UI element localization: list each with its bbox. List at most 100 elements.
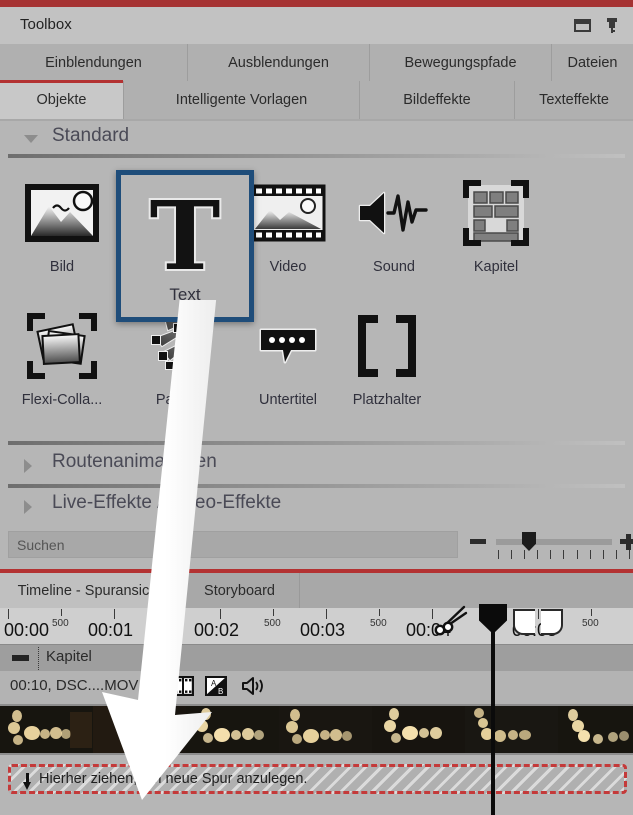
object-tile-sound[interactable]: Sound [342, 171, 446, 289]
pin-icon[interactable] [605, 18, 619, 33]
section-header-live-effekte[interactable]: Live-Effekte / Video-Effekte [0, 490, 633, 522]
ruler-minor-label: 500 [264, 618, 281, 629]
zoom-ticks [498, 550, 630, 559]
tab-einblendungen[interactable]: Einblendungen [0, 44, 188, 81]
tab-texteffekte[interactable]: Texteffekte [515, 81, 633, 119]
tab-label: Dateien [567, 54, 618, 71]
tab-row-upper: Einblendungen Ausblendungen Bewegungspfa… [0, 44, 633, 81]
tab-dateien[interactable]: Dateien [552, 44, 633, 81]
sound-icon [342, 171, 446, 255]
trim-marker-left[interactable] [513, 609, 535, 635]
magnified-tile-label: Text [169, 285, 201, 304]
ruler-minor-label: 500 [582, 618, 599, 629]
tab-label: Storyboard [204, 582, 275, 599]
tab-storyboard[interactable]: Storyboard [180, 573, 300, 608]
thumbnail [186, 706, 280, 753]
ruler-minor-label: 500 [370, 618, 387, 629]
object-tile-bild[interactable]: Bild [10, 171, 114, 289]
tile-label: Partikel [155, 392, 205, 408]
filmstrip-icon[interactable] [171, 675, 195, 697]
dropzone-label: Hierher ziehen, um neue Spur anzulegen. [39, 771, 308, 787]
object-tile-flexi-collage[interactable]: Flexi-Colla... [10, 304, 114, 422]
collage-icon [10, 304, 114, 388]
top-accent-bar [0, 0, 633, 7]
tab-label: Objekte [36, 92, 87, 108]
tab-label: Ausblendungen [228, 54, 329, 71]
placeholder-icon [335, 304, 439, 388]
tab-bildeffekte[interactable]: Bildeffekte [360, 81, 515, 119]
chevron-right-icon [24, 459, 32, 473]
ruler-minor-label: 500 [158, 618, 175, 629]
zoom-in-icon[interactable] [620, 533, 633, 550]
zoom-handle[interactable] [522, 532, 536, 551]
section-label: Routenanimationen [52, 451, 217, 472]
thumbnail [279, 706, 373, 753]
trim-marker-right[interactable] [541, 609, 563, 635]
tile-label: Platzhalter [352, 392, 422, 408]
svg-text:T: T [150, 185, 221, 277]
tab-label: Intelligente Vorlagen [175, 92, 308, 108]
divider [38, 647, 39, 670]
search-input[interactable]: Suchen [8, 531, 458, 558]
playhead-line [491, 630, 495, 815]
tab-ausblendungen[interactable]: Ausblendungen [188, 44, 370, 81]
scissors-icon[interactable] [434, 602, 472, 641]
object-tile-kapitel[interactable]: Kapitel [444, 171, 548, 289]
tab-label: Timeline - Spuransicht [17, 582, 162, 599]
clip-filmstrip[interactable] [0, 704, 633, 755]
search-row: Suchen [0, 525, 633, 565]
tile-label: Sound [373, 259, 415, 275]
track-header-kapitel[interactable]: Kapitel [0, 644, 633, 673]
chevron-right-icon [24, 500, 32, 514]
section-header-standard[interactable]: Standard [0, 123, 633, 155]
tile-label: Untertitel [258, 392, 318, 408]
tile-label: Bild [49, 259, 75, 275]
thumbnail [465, 706, 559, 753]
zoom-slider[interactable] [470, 529, 633, 561]
chapter-icon [444, 171, 548, 255]
clip-info-bar[interactable]: 00:10, DSC....MOV A B [0, 671, 633, 704]
clip-label: 00:10, DSC....MOV [10, 677, 139, 694]
section-header-routenanimationen[interactable]: Routenanimationen [0, 449, 633, 481]
section-label: Live-Effekte / Video-Effekte [52, 492, 282, 513]
ruler-minor-label: 500 [52, 618, 69, 629]
tab-label: Bildeffekte [403, 92, 471, 108]
zoom-out-icon[interactable] [470, 539, 486, 544]
arrow-down-icon [23, 773, 31, 790]
image-icon [10, 171, 114, 255]
thumbnail [372, 706, 466, 753]
magnified-text-tile[interactable]: T Text [116, 170, 254, 322]
timeline-ruler[interactable]: 500 500 500 500 500 00:00 00:01 00:02 00… [0, 608, 633, 644]
ruler-label: 00:00 [4, 620, 50, 640]
tab-intelligente-vorlagen[interactable]: Intelligente Vorlagen [124, 81, 360, 119]
ruler-label: 00:02 [194, 620, 240, 640]
search-placeholder: Suchen [17, 537, 65, 553]
titlebar-buttons [574, 18, 619, 33]
tile-label: Kapitel [473, 259, 519, 275]
new-track-dropzone[interactable]: Hierher ziehen, um neue Spur anzulegen. [8, 764, 627, 794]
section-label: Standard [52, 125, 130, 146]
tab-label: Bewegungspfade [404, 54, 517, 71]
svg-text:A: A [211, 679, 217, 688]
window-icon[interactable] [574, 19, 591, 32]
ruler-label: 00:01 [88, 620, 134, 640]
timeline-tab-row: Timeline - Spuransicht Storyboard [0, 573, 633, 608]
tab-objekte[interactable]: Objekte [0, 80, 124, 119]
tab-timeline-spuransicht[interactable]: Timeline - Spuransicht [0, 573, 180, 608]
ab-transition-icon[interactable]: A B [205, 676, 227, 696]
audio-icon[interactable] [240, 676, 266, 696]
collapse-icon[interactable] [12, 655, 29, 661]
tab-row-lower: Objekte Intelligente Vorlagen Bildeffekt… [0, 80, 633, 119]
text-icon: T [121, 181, 249, 281]
zoom-track[interactable] [496, 539, 612, 545]
tab-bewegungspfade[interactable]: Bewegungspfade [370, 44, 552, 81]
timeline-footer [0, 794, 633, 815]
svg-text:B: B [218, 687, 223, 696]
chevron-down-icon [24, 135, 38, 143]
section-rule [8, 484, 625, 488]
object-tile-platzhalter[interactable]: Platzhalter [335, 304, 439, 422]
tile-label: Flexi-Colla... [21, 392, 103, 408]
thumbnail [93, 706, 187, 753]
track-label: Kapitel [46, 648, 92, 665]
toolbox-panel: Standard Bild T [0, 121, 633, 525]
